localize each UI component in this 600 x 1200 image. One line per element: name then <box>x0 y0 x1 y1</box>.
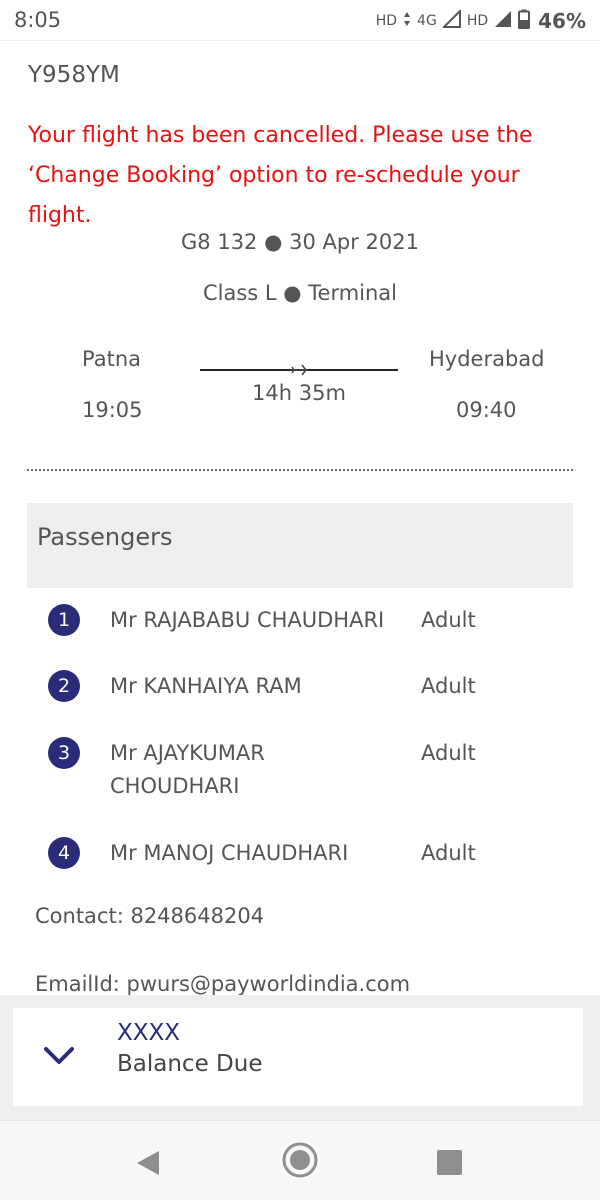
chevron-down-icon[interactable] <box>43 1046 75 1066</box>
passengers-header: Passengers <box>27 503 573 588</box>
passenger-number-badge: 2 <box>48 670 80 702</box>
signal-icon-2 <box>494 10 512 32</box>
balance-panel: XXXX Balance Due <box>0 995 600 1120</box>
passenger-name: Mr RAJABABU CHAUDHARI <box>110 608 385 632</box>
passenger-number-badge: 3 <box>48 737 80 769</box>
passenger-type: Adult <box>421 741 476 765</box>
destination-city: Hyderabad <box>429 347 545 371</box>
class-terminal: Class L ● Terminal <box>202 281 398 305</box>
status-divider <box>0 40 600 41</box>
pnr-code: Y958YM <box>28 62 120 88</box>
balance-amount: XXXX <box>117 1020 181 1046</box>
cancellation-message: Your flight has been cancelled. Please u… <box>28 123 533 228</box>
section-divider <box>27 469 573 471</box>
arrival-time: 09:40 <box>456 398 517 422</box>
network-type: 4G <box>417 13 437 29</box>
status-icons: HD 4G HD 46% <box>375 8 586 33</box>
passenger-number-badge: 4 <box>48 837 80 869</box>
passenger-name: Mr KANHAIYA RAM <box>110 674 302 698</box>
recent-apps-icon[interactable] <box>437 1150 462 1175</box>
contact-email: EmailId: pwurs@payworldindia.com <box>35 972 411 996</box>
back-icon[interactable] <box>135 1149 161 1181</box>
balance-due-card[interactable]: XXXX Balance Due <box>13 1008 583 1106</box>
passenger-type: Adult <box>421 841 476 865</box>
status-bar: 8:05 HD 4G HD 46% <box>0 0 600 40</box>
passenger-number-badge: 1 <box>48 604 80 636</box>
origin-city: Patna <box>82 347 142 371</box>
data-arrows-icon <box>403 11 411 31</box>
flight-number-date: G8 132 ● 30 Apr 2021 <box>181 230 419 254</box>
contact-phone: Contact: 8248648204 <box>35 904 265 928</box>
hd-indicator: HD <box>375 13 398 29</box>
signal-icon <box>441 8 461 32</box>
balance-due-label: Balance Due <box>117 1051 263 1077</box>
plane-icon <box>290 364 308 376</box>
home-icon[interactable] <box>281 1141 319 1183</box>
battery-percent: 46% <box>538 9 586 33</box>
hd-indicator-2: HD <box>466 13 489 29</box>
passenger-type: Adult <box>421 674 476 698</box>
passenger-name: Mr MANOJ CHAUDHARI <box>110 841 349 865</box>
route-line <box>200 358 398 380</box>
status-time: 8:05 <box>14 8 62 32</box>
passenger-type: Adult <box>421 608 476 632</box>
flight-duration: 14h 35m <box>252 381 346 405</box>
departure-time: 19:05 <box>82 398 143 422</box>
battery-icon <box>518 9 531 33</box>
navigation-bar <box>0 1120 600 1200</box>
passengers-title: Passengers <box>37 523 173 551</box>
passenger-name: Mr AJAYKUMAR CHOUDHARI <box>110 741 265 798</box>
